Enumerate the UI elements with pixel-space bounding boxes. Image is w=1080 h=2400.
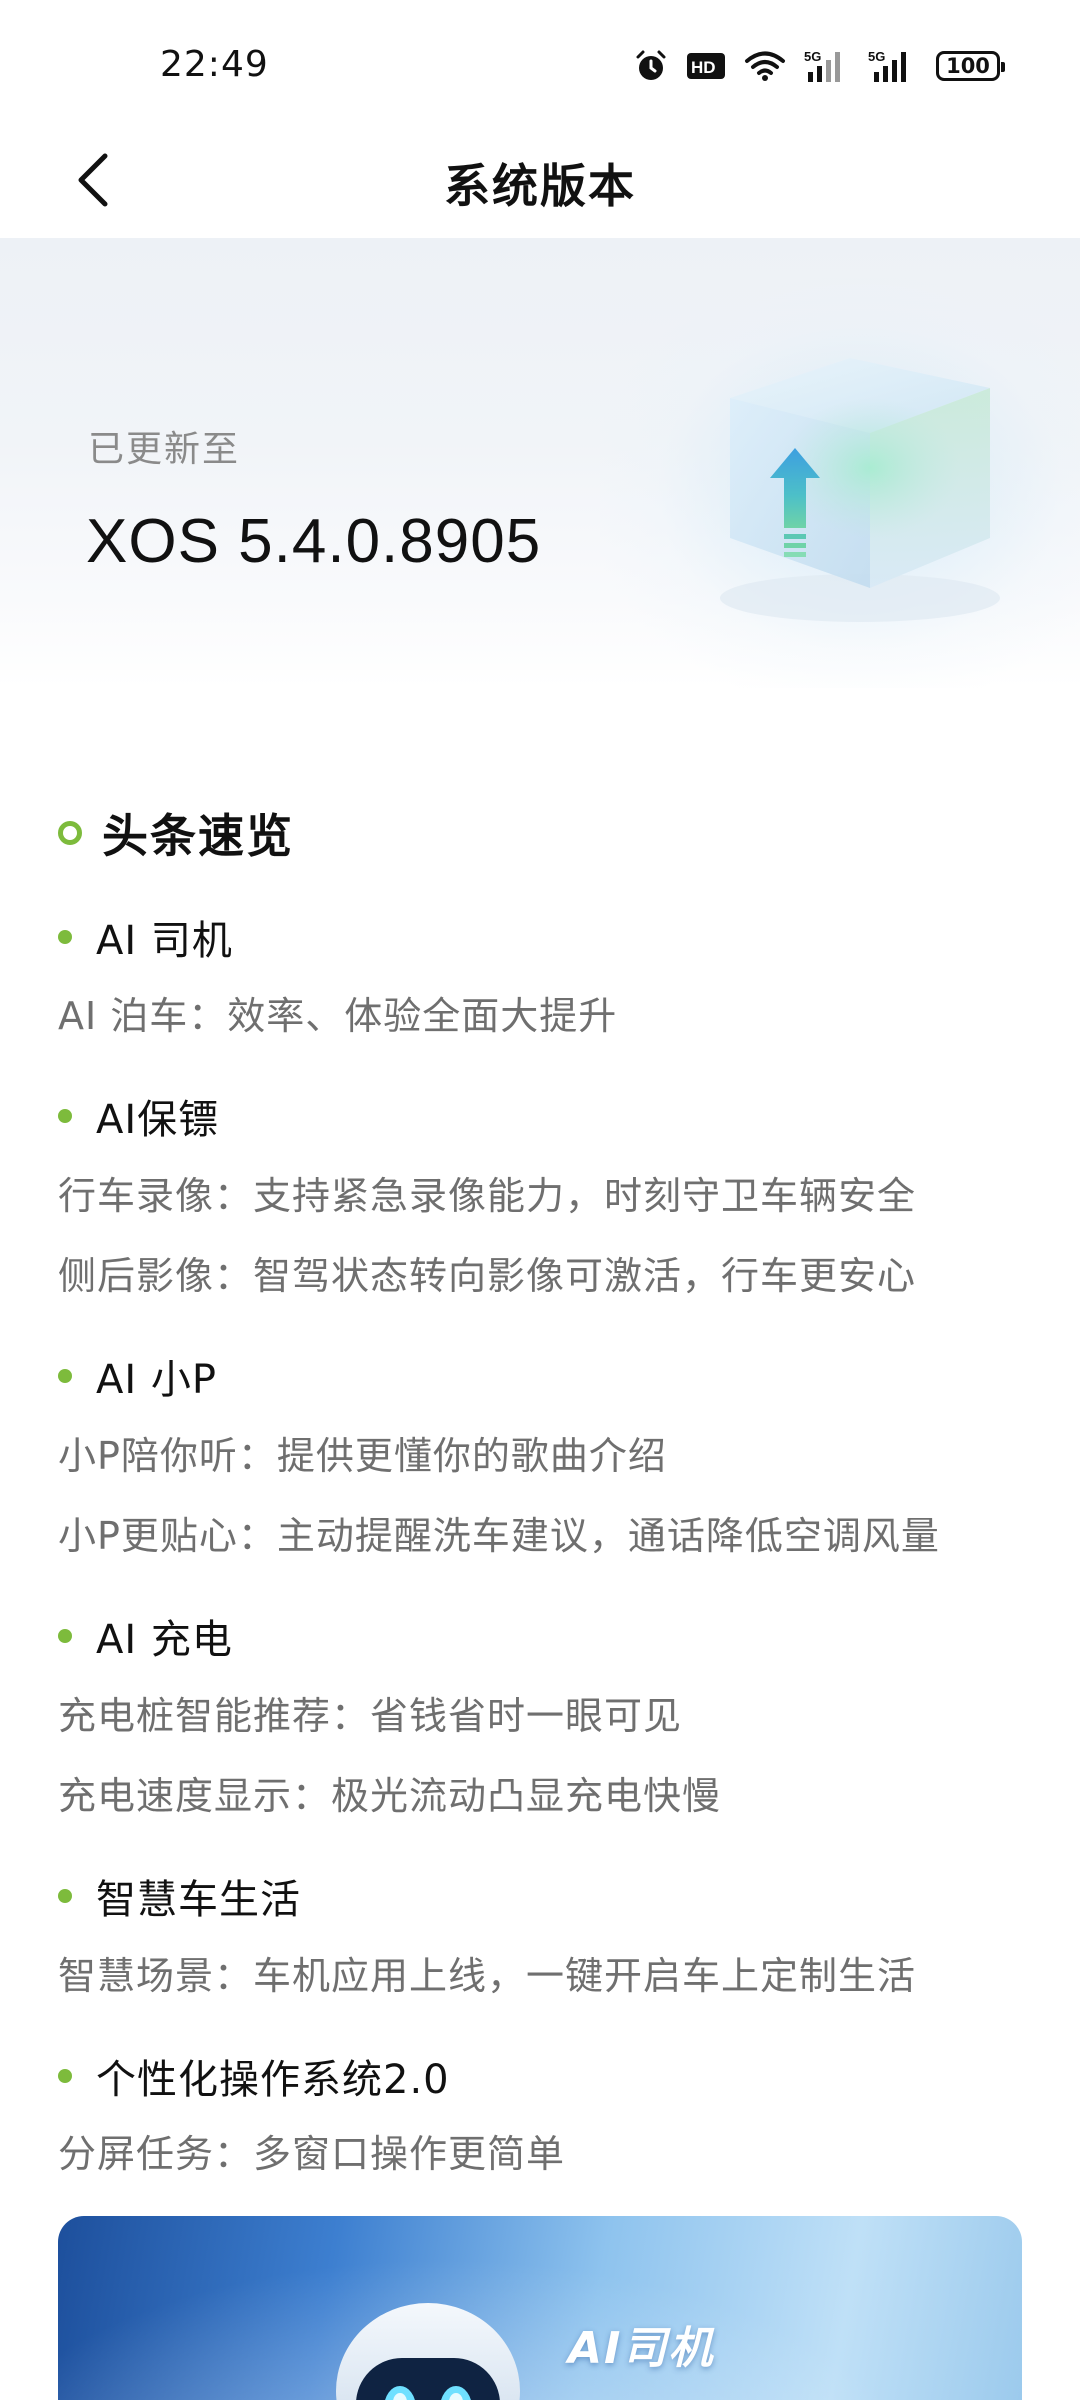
feature-title-row: AI 小P: [58, 1347, 217, 1405]
bullet-dot-icon: [58, 1889, 72, 1903]
system-version-page: 22:49 HD 5G 5G 100 系统版本 已更新至 XOS 5.4.0.8…: [0, 0, 1080, 2400]
ring-bullet-icon: [58, 821, 82, 845]
signal-5g-label-2: 5G: [868, 49, 885, 64]
updated-to-label: 已更新至: [88, 429, 241, 470]
status-time: 22:49: [160, 44, 269, 85]
robot-mascot-icon: [336, 2303, 520, 2400]
feature-title-row: 智慧车生活: [58, 1867, 301, 1925]
version-number: XOS 5.4.0.8905: [86, 507, 542, 576]
feature-description: 小P陪你听：提供更懂你的歌曲介绍: [58, 1434, 667, 1478]
feature-title: AI 司机: [96, 918, 233, 964]
feature-title: 智慧车生活: [96, 1877, 301, 1923]
bullet-dot-icon: [58, 1109, 72, 1123]
bullet-dot-icon: [58, 1369, 72, 1383]
section-title: 头条速览: [102, 809, 294, 863]
feature-title-row: 个性化操作系统2.0: [58, 2047, 450, 2105]
feature-description: 行车录像：支持紧急录像能力，时刻守卫车辆安全: [58, 1174, 917, 1218]
feature-description: 分屏任务：多窗口操作更简单: [58, 2132, 566, 2176]
feature-title-row: AI 司机: [58, 908, 233, 966]
feature-title: AI 小P: [96, 1357, 217, 1403]
signal-5g-label-1: 5G: [804, 49, 821, 64]
feature-title: 个性化操作系统2.0: [96, 2057, 450, 2103]
battery-level: 100: [946, 54, 990, 78]
version-hero: 已更新至 XOS 5.4.0.8905: [0, 238, 1080, 688]
feature-title: AI 充电: [96, 1617, 233, 1663]
section-header-headlines: 头条速览: [58, 800, 294, 866]
page-title: 系统版本: [444, 159, 636, 213]
bullet-dot-icon: [58, 930, 72, 944]
feature-description: 充电速度显示：极光流动凸显充电快慢: [58, 1774, 722, 1818]
battery-icon: 100: [936, 51, 1005, 81]
alarm-icon: [634, 49, 668, 83]
feature-description: 小P更贴心：主动提醒洗车建议，通话降低空调风量: [58, 1514, 940, 1558]
feature-description: 智慧场景：车机应用上线，一键开启车上定制生活: [58, 1954, 917, 1998]
feature-description: AI 泊车：效率、体验全面大提升: [58, 994, 618, 1038]
cellular-signal-icon-1: 5G: [804, 48, 850, 84]
banner-background: [58, 2216, 1022, 2400]
feature-title: AI保镖: [96, 1097, 220, 1143]
hd-voice-icon: HD: [686, 51, 726, 81]
bullet-dot-icon: [58, 2069, 72, 2083]
wifi-icon: [744, 50, 786, 82]
status-icons: HD 5G 5G 100: [634, 46, 1005, 86]
update-cube-icon: [720, 358, 1000, 622]
feature-description: 充电桩智能推荐：省钱省时一眼可见: [58, 1694, 683, 1738]
feature-description: 侧后影像：智驾状态转向影像可激活，行车更安心: [58, 1254, 917, 1298]
ai-driver-banner[interactable]: AI司机: [58, 2216, 1022, 2400]
feature-title-row: AI 充电: [58, 1607, 233, 1665]
bullet-dot-icon: [58, 1629, 72, 1643]
cellular-signal-icon-2: 5G: [868, 48, 918, 84]
hd-label: HD: [691, 58, 716, 77]
feature-title-row: AI保镖: [58, 1087, 219, 1145]
banner-title: AI司机: [568, 2323, 715, 2374]
status-bar: 22:49 HD 5G 5G 100: [0, 0, 1080, 130]
header-bar: 系统版本: [0, 130, 1080, 238]
